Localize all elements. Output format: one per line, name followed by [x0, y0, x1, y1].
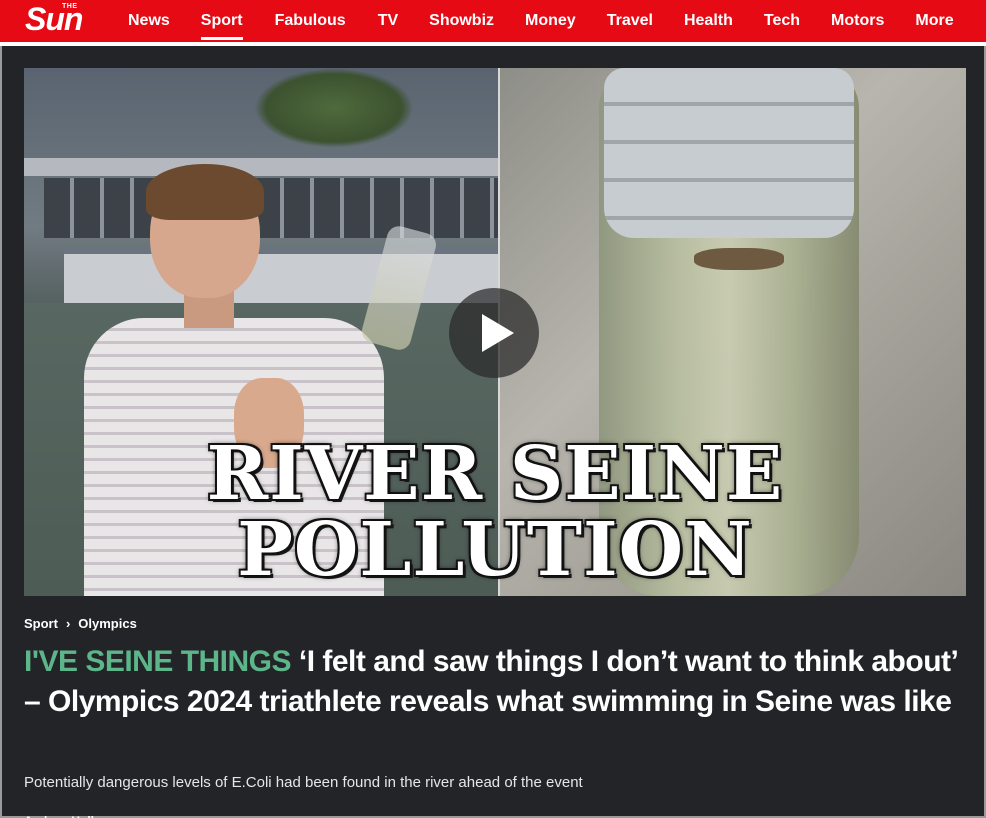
- breadcrumb: Sport › Olympics: [24, 616, 137, 631]
- play-icon: [482, 314, 514, 352]
- nav-item-health[interactable]: Health: [684, 0, 733, 43]
- breadcrumb-olympics[interactable]: Olympics: [78, 616, 137, 631]
- overlay-line-2: POLLUTION: [237, 507, 753, 593]
- article-standfirst: Potentially dangerous levels of E.Coli h…: [24, 774, 583, 791]
- nav-item-tv[interactable]: TV: [378, 0, 398, 43]
- nav-item-showbiz[interactable]: Showbiz: [429, 0, 494, 43]
- hero-video[interactable]: RIVER SEINE POLLUTION: [24, 68, 966, 596]
- nav-item-tech[interactable]: Tech: [764, 0, 800, 43]
- play-button[interactable]: [449, 288, 539, 378]
- overlay-line-1: RIVER SEINE: [206, 431, 784, 517]
- article-headline: I'VE SEINE THINGS ‘I felt and saw things…: [24, 642, 972, 722]
- nav-item-travel[interactable]: Travel: [607, 0, 653, 43]
- top-nav: THE Sun News Sport Fabulous TV Showbiz M…: [0, 0, 986, 44]
- logo-wordmark: Sun: [25, 1, 83, 37]
- nav-item-motors[interactable]: Motors: [831, 0, 884, 43]
- nav-item-fabulous[interactable]: Fabulous: [275, 0, 346, 43]
- video-overlay-title: RIVER SEINE POLLUTION: [24, 436, 966, 588]
- breadcrumb-sport[interactable]: Sport: [24, 616, 58, 631]
- nav-item-sport[interactable]: Sport: [200, 0, 243, 43]
- nav-item-more[interactable]: More: [915, 0, 953, 43]
- nav-items: News Sport Fabulous TV Showbiz Money Tra…: [120, 0, 954, 43]
- site-logo[interactable]: THE Sun: [0, 0, 120, 43]
- nav-item-money[interactable]: Money: [525, 0, 576, 43]
- byline-cutoff: Andrew Holl: [24, 811, 144, 818]
- chevron-right-icon: ›: [65, 616, 71, 631]
- headline-kicker: I'VE SEINE THINGS: [24, 645, 292, 678]
- article-container: RIVER SEINE POLLUTION Sport › Olympics I…: [0, 46, 986, 818]
- nav-item-news[interactable]: News: [128, 0, 170, 43]
